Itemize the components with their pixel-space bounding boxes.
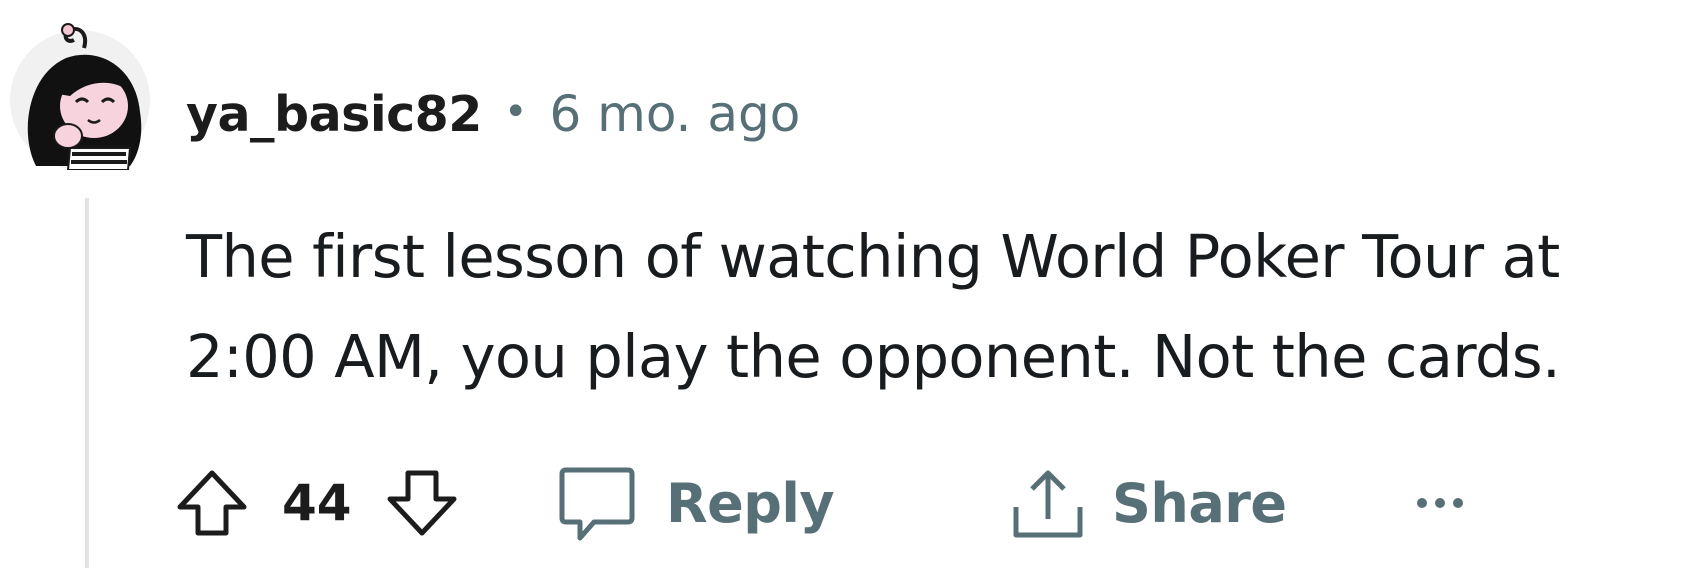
comment-body: The first lesson of watching World Poker… — [186, 207, 1686, 407]
vote-count-label: 44 — [282, 474, 352, 532]
comment-actions: 44 Reply Share — [177, 455, 1686, 551]
comment-body-line: The first lesson of watching World Poker… — [186, 222, 1560, 291]
comment-meta: ya_basic82 • 6 mo. ago — [186, 78, 800, 150]
vote-count: 44 — [282, 455, 352, 551]
ellipsis-icon — [1412, 493, 1472, 513]
reply-button[interactable]: Reply — [556, 455, 835, 551]
share-icon — [1008, 463, 1088, 543]
more-options-button[interactable] — [1412, 455, 1472, 551]
comment-body-line: 2:00 AM, you play the opponent. Not the … — [186, 322, 1561, 391]
share-button[interactable]: Share — [1008, 455, 1287, 551]
upvote-button[interactable] — [172, 455, 252, 551]
share-label: Share — [1112, 471, 1287, 535]
thread-line[interactable] — [85, 198, 89, 568]
meta-separator: • — [503, 89, 528, 135]
avatar-illustration — [10, 23, 150, 171]
comment: ya_basic82 • 6 mo. ago The first lesson … — [0, 0, 1704, 568]
downvote-icon — [382, 463, 462, 543]
upvote-icon — [172, 463, 252, 543]
downvote-button[interactable] — [382, 455, 462, 551]
avatar[interactable] — [10, 16, 150, 171]
timestamp[interactable]: 6 mo. ago — [549, 85, 800, 143]
reply-label: Reply — [666, 471, 835, 535]
username[interactable]: ya_basic82 — [186, 86, 482, 143]
reply-icon — [556, 462, 638, 544]
